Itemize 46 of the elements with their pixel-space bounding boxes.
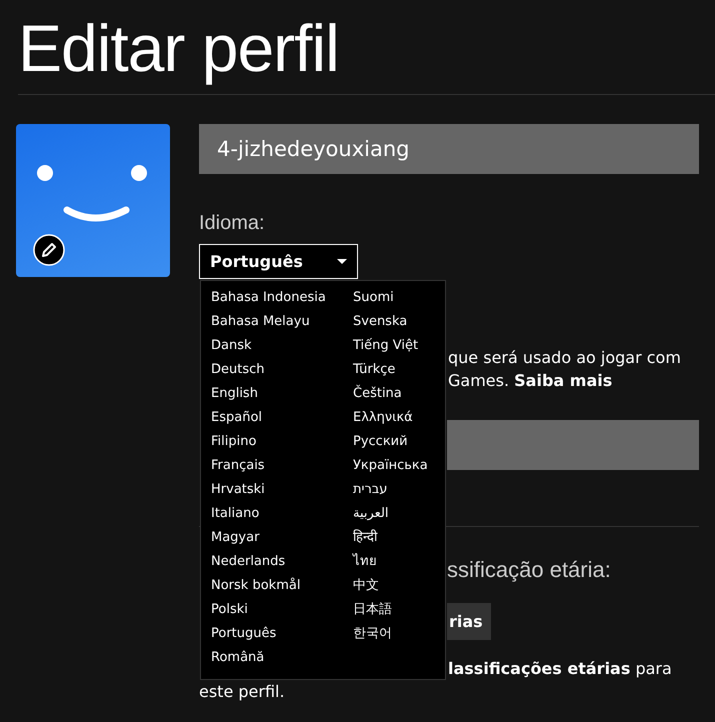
maturity-description: este perfil. bbox=[199, 681, 286, 703]
language-option[interactable]: 中文 bbox=[353, 574, 379, 598]
language-option[interactable]: Español bbox=[211, 406, 262, 430]
language-option[interactable]: Română bbox=[211, 646, 264, 670]
language-option[interactable]: Ελληνικά bbox=[353, 406, 413, 430]
language-option[interactable]: Dansk bbox=[211, 334, 252, 358]
edit-icon[interactable] bbox=[33, 234, 65, 266]
maturity-button[interactable]: rias bbox=[447, 603, 491, 640]
language-option[interactable]: 日本語 bbox=[353, 598, 392, 622]
game-id-description: que será usado ao jogar com bbox=[448, 347, 682, 369]
game-id-description: Games. bbox=[448, 371, 510, 390]
language-option[interactable]: Magyar bbox=[211, 526, 260, 550]
language-option[interactable]: Suomi bbox=[353, 286, 394, 310]
language-option[interactable]: Čeština bbox=[353, 382, 402, 406]
learn-more-link[interactable]: Saiba mais bbox=[514, 371, 612, 390]
language-option[interactable]: Nederlands bbox=[211, 550, 286, 574]
language-option[interactable]: Hrvatski bbox=[211, 478, 265, 502]
language-option[interactable]: Deutsch bbox=[211, 358, 265, 382]
language-option[interactable]: Tiếng Việt bbox=[353, 334, 418, 358]
language-option[interactable]: Norsk bokmål bbox=[211, 574, 300, 598]
language-option[interactable]: Русский bbox=[353, 430, 408, 454]
language-option[interactable]: Svenska bbox=[353, 310, 408, 334]
language-option[interactable]: Bahasa Indonesia bbox=[211, 286, 326, 310]
language-option[interactable]: العربية bbox=[353, 502, 389, 526]
maturity-label: ssificação etária: bbox=[447, 557, 612, 583]
language-option[interactable]: 한국어 bbox=[353, 622, 392, 646]
profile-name-input[interactable]: 4-jizhedeyouxiang bbox=[199, 124, 699, 174]
page-title: Editar perfil bbox=[17, 10, 340, 87]
language-label: Idioma: bbox=[199, 212, 266, 235]
language-option[interactable]: Français bbox=[211, 454, 265, 478]
game-id-input[interactable] bbox=[447, 420, 699, 470]
language-option[interactable]: English bbox=[211, 382, 258, 406]
language-option[interactable]: עברית bbox=[353, 478, 388, 502]
caret-icon bbox=[336, 258, 347, 264]
language-option[interactable]: ไทย bbox=[353, 550, 377, 574]
language-option[interactable]: Türkçe bbox=[353, 358, 396, 382]
language-option[interactable]: Português bbox=[211, 622, 276, 646]
language-option[interactable]: Українська bbox=[353, 454, 428, 478]
maturity-description: lassificações etárias para bbox=[448, 658, 673, 680]
language-option[interactable]: Filipino bbox=[211, 430, 256, 454]
language-option[interactable]: Italiano bbox=[211, 502, 260, 526]
profile-avatar[interactable] bbox=[16, 124, 170, 277]
language-option[interactable]: हिन्दी bbox=[353, 526, 377, 550]
language-option[interactable]: Bahasa Melayu bbox=[211, 310, 310, 334]
language-option[interactable]: Polski bbox=[211, 598, 248, 622]
language-dropdown[interactable]: Português bbox=[199, 244, 358, 279]
